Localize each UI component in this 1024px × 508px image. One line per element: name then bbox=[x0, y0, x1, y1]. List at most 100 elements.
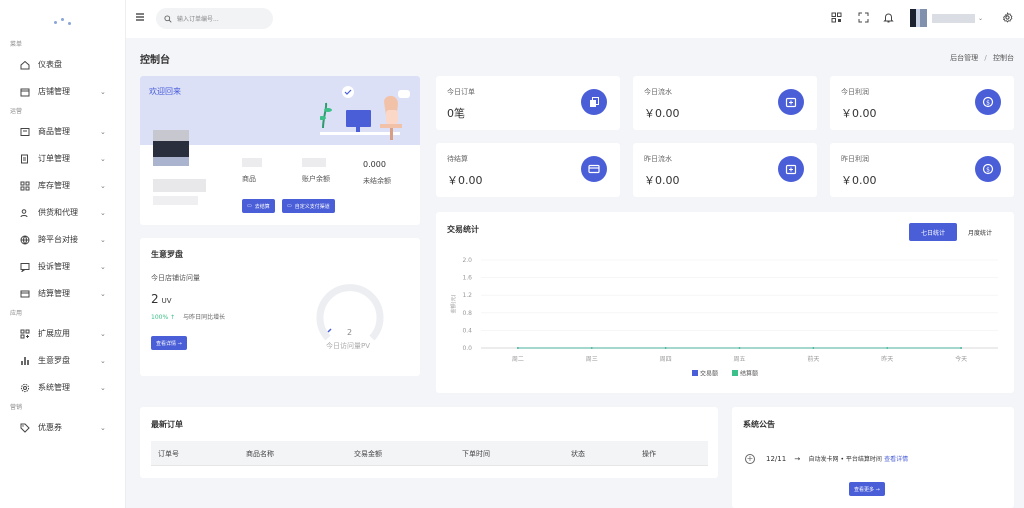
apps-icon bbox=[20, 329, 30, 339]
x-tick-label: 周四 bbox=[660, 356, 672, 363]
settings-icon[interactable] bbox=[1002, 12, 1013, 23]
tab-month[interactable]: 月度统计 bbox=[958, 223, 1002, 241]
sidebar-item-3[interactable]: 商品管理 ⌄ bbox=[0, 118, 125, 145]
custom-channel-button[interactable]: ▭ 自定义支付渠道 bbox=[282, 199, 335, 213]
legend-label-1: 交易额 bbox=[700, 370, 718, 378]
sidebar-item-4[interactable]: 订单管理 ⌄ bbox=[0, 145, 125, 172]
chevron-down-icon: ⌄ bbox=[977, 14, 983, 22]
qrcode-icon[interactable] bbox=[831, 12, 842, 23]
bell-icon[interactable] bbox=[883, 12, 894, 23]
gear-icon bbox=[20, 383, 30, 393]
illustration-icon bbox=[320, 86, 410, 140]
sidebar-item-11[interactable]: 生意罗盘 ⌄ bbox=[0, 347, 125, 374]
svg-text:$: $ bbox=[986, 166, 990, 173]
chevron-down-icon: ⌄ bbox=[100, 236, 106, 244]
y-tick-label: 0.0 bbox=[462, 345, 472, 352]
stat-balance: 账户余额 bbox=[302, 158, 330, 184]
orders-column-header: 操作 bbox=[642, 450, 656, 458]
search-placeholder: 输入订单编号... bbox=[177, 16, 219, 23]
arrow-right-icon: → bbox=[794, 455, 801, 463]
sidebar: 菜单 仪表盘 店铺管理 ⌄ 运营 商品管理 ⌄ 订单管理 ⌄ 库存管理 ⌄ 供货和代理 ⌄ 跨平台对… bbox=[0, 0, 126, 508]
visits-label: 今日店铺访问量 bbox=[151, 274, 200, 282]
sidebar-item-12[interactable]: 系统管理 ⌄ bbox=[0, 374, 125, 401]
breadcrumb-separator: / bbox=[984, 54, 987, 62]
menu-toggle-icon[interactable] bbox=[135, 12, 145, 22]
stat-unsettled: 0.000 未结余额 bbox=[363, 160, 391, 185]
sidebar-item-5[interactable]: 库存管理 ⌄ bbox=[0, 172, 125, 199]
kpi-label: 昨日利润 bbox=[841, 155, 869, 163]
sidebar-item-6[interactable]: 供货和代理 ⌄ bbox=[0, 199, 125, 226]
kpi-card-5: 昨日流水 ￥0.00 bbox=[633, 143, 817, 197]
orders-title: 最新订单 bbox=[151, 420, 183, 429]
chevron-down-icon: ⌄ bbox=[100, 290, 106, 298]
card-icon: ▭ bbox=[287, 203, 292, 209]
sidebar-section-operation: 运营 bbox=[10, 108, 23, 115]
orders-column-header: 下单时间 bbox=[462, 450, 490, 458]
sidebar-item-7[interactable]: 跨平台对接 ⌄ bbox=[0, 226, 125, 253]
pv-gauge bbox=[316, 284, 384, 341]
kpi-label: 待结算 bbox=[447, 155, 468, 163]
user-avatar[interactable]: ⌄ bbox=[910, 9, 983, 27]
kpi-value: ￥0.00 bbox=[841, 107, 877, 120]
sidebar-item-2[interactable]: 店铺管理 ⌄ bbox=[0, 78, 125, 105]
breadcrumb-home[interactable]: 后台管理 bbox=[950, 54, 978, 62]
x-tick-label: 周三 bbox=[586, 356, 598, 363]
notice-item: 12/11 → 自动发卡网 • 平台结算时间 查看详情 bbox=[766, 454, 908, 463]
compass-title: 生意罗盘 bbox=[151, 250, 183, 259]
sidebar-item-label: 生意罗盘 bbox=[38, 356, 70, 365]
sidebar-item-label: 商品管理 bbox=[38, 127, 70, 136]
y-axis-label: 金额(元) bbox=[450, 295, 457, 314]
sidebar-item-13[interactable]: 优惠券 ⌄ bbox=[0, 414, 125, 441]
y-tick-label: 1.6 bbox=[462, 275, 472, 282]
tab-week[interactable]: 七日统计 bbox=[909, 223, 957, 241]
settle-button[interactable]: ▭ 去结算 bbox=[242, 199, 275, 213]
sidebar-item-label: 订单管理 bbox=[38, 154, 70, 163]
sidebar-item-label: 结算管理 bbox=[38, 289, 70, 298]
sidebar-section-apps: 应用 bbox=[10, 310, 23, 317]
welcome-card: 欢迎回来 商品 账户余额 0.000 未结余额 ▭ 去结算 ▭ 自定义支付渠道 bbox=[140, 76, 420, 225]
coin-icon: $ bbox=[975, 156, 1001, 182]
data-point bbox=[664, 347, 667, 349]
home-icon bbox=[20, 60, 30, 70]
kpi-value: ￥0.00 bbox=[644, 107, 680, 120]
kpi-label: 今日利润 bbox=[841, 88, 869, 96]
breadcrumb: 后台管理 / 控制台 bbox=[950, 53, 1014, 63]
kpi-value: 0笔 bbox=[447, 107, 465, 120]
sidebar-section-marketing: 营销 bbox=[10, 404, 23, 411]
sidebar-item-10[interactable]: 扩展应用 ⌄ bbox=[0, 320, 125, 347]
fullscreen-icon[interactable] bbox=[858, 12, 869, 23]
x-tick-label: 昨天 bbox=[881, 355, 893, 363]
x-tick-label: 周五 bbox=[733, 356, 745, 363]
orders-column-header: 订单号 bbox=[158, 450, 179, 458]
notice-link[interactable]: 查看详情 bbox=[884, 456, 908, 463]
userid-placeholder bbox=[153, 196, 198, 205]
plus-circle-icon[interactable]: + bbox=[745, 454, 755, 464]
orders-column-header: 状态 bbox=[571, 450, 585, 458]
data-point bbox=[886, 347, 889, 349]
kpi-value: ￥0.00 bbox=[447, 174, 483, 187]
sidebar-item-label: 店铺管理 bbox=[38, 87, 70, 96]
logo[interactable] bbox=[0, 0, 125, 38]
sidebar-item-label: 优惠券 bbox=[38, 423, 62, 432]
svg-text:$: $ bbox=[986, 99, 990, 106]
search-input[interactable]: 输入订单编号... bbox=[156, 8, 273, 29]
sidebar-item-label: 库存管理 bbox=[38, 181, 70, 190]
sidebar-item-1[interactable]: 仪表盘 bbox=[0, 51, 125, 78]
legend-swatch-2 bbox=[732, 370, 738, 376]
data-point bbox=[738, 347, 741, 349]
chevron-down-icon: ⌄ bbox=[100, 384, 106, 392]
sidebar-item-9[interactable]: 结算管理 ⌄ bbox=[0, 280, 125, 307]
trade-chart: 2.0 1.6 1.2 0.8 0.4 0.0 金额(元) 周二 周三 周四 周五 前天 昨天 今天交易额… bbox=[450, 257, 998, 378]
legend-swatch-1 bbox=[692, 370, 698, 376]
user-avatar-large bbox=[153, 130, 189, 166]
sidebar-item-label: 跨平台对接 bbox=[38, 235, 78, 244]
x-tick-label: 周二 bbox=[512, 356, 524, 363]
compass-detail-button[interactable]: 查看详情 → bbox=[151, 336, 187, 350]
copy-icon bbox=[581, 89, 607, 115]
kpi-label: 今日流水 bbox=[644, 88, 672, 96]
orders-column-header: 商品名称 bbox=[246, 450, 274, 458]
sidebar-item-label: 供货和代理 bbox=[38, 208, 78, 217]
view-more-button[interactable]: 查看更多 → bbox=[849, 482, 885, 496]
sidebar-item-8[interactable]: 投诉管理 ⌄ bbox=[0, 253, 125, 280]
username-placeholder bbox=[153, 179, 206, 192]
